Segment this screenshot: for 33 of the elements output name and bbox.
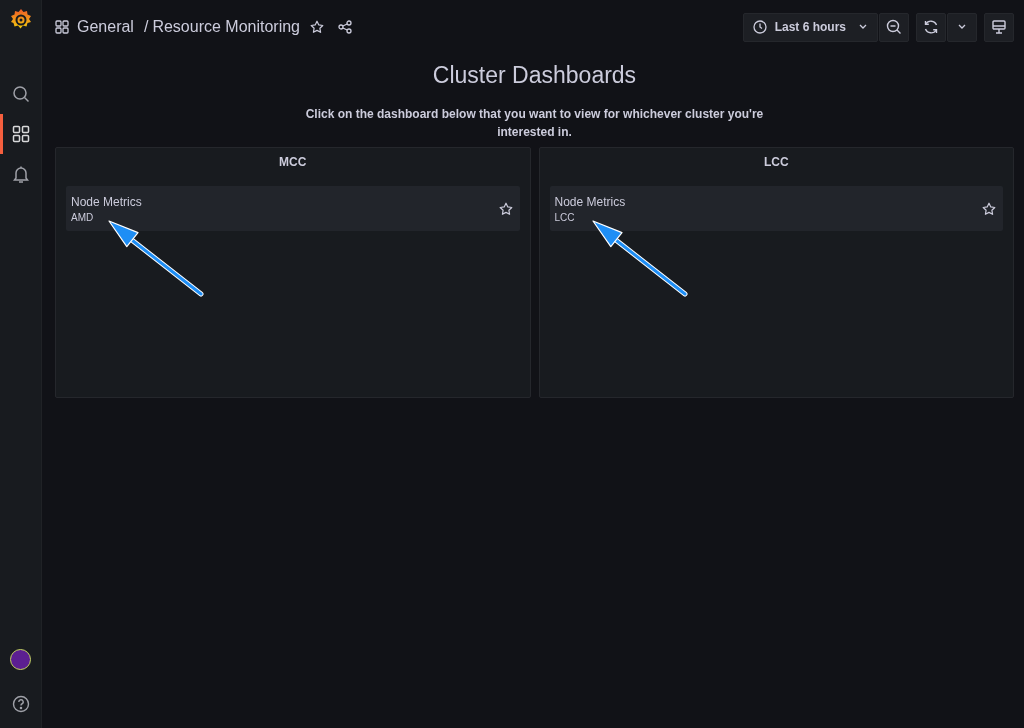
dashboard-name: Node Metrics <box>554 194 626 209</box>
text-panel-heading: Cluster Dashboards <box>432 62 637 89</box>
monitor-icon <box>991 19 1007 35</box>
dashboard-list-item[interactable]: Node Metrics AMD <box>66 186 520 231</box>
dashboard-name: Node Metrics <box>71 194 142 209</box>
caret-icon <box>957 24 967 30</box>
dashboard-list-item[interactable]: Node Metrics LCC <box>549 186 1003 231</box>
folder-name: AMD <box>71 211 95 223</box>
bell-icon <box>11 165 30 183</box>
tv-mode-button[interactable] <box>984 12 1014 42</box>
refresh-icon <box>923 19 939 35</box>
breadcrumb-separator: / <box>143 18 149 36</box>
folder-name: LCC <box>554 211 576 223</box>
clock-icon <box>752 20 767 34</box>
dashboards-grid-icon <box>11 125 30 143</box>
time-range-picker[interactable]: Last 6 hours <box>742 12 878 42</box>
star-icon[interactable] <box>498 201 513 216</box>
dashboard-title-link[interactable]: Resource Monitoring <box>152 18 300 36</box>
breadcrumb-folder-link[interactable]: General <box>77 18 134 36</box>
zoom-out-icon <box>886 19 902 35</box>
share-icon[interactable] <box>338 20 352 34</box>
refresh-button[interactable] <box>916 12 946 42</box>
search-icon <box>11 85 30 103</box>
dashboards-grid-icon <box>55 20 69 34</box>
star-icon[interactable] <box>310 20 324 34</box>
panel-title: LCC <box>762 154 790 171</box>
user-avatar[interactable] <box>10 649 31 670</box>
panel-title: MCC <box>278 154 308 171</box>
help-icon[interactable] <box>11 695 30 713</box>
text-panel-description: Click on the dashboard below that you want to view for whichever cluster you're interested in. <box>304 106 765 141</box>
zoom-out-button[interactable] <box>879 12 909 42</box>
star-icon[interactable] <box>982 201 996 216</box>
caret-icon <box>858 24 868 30</box>
